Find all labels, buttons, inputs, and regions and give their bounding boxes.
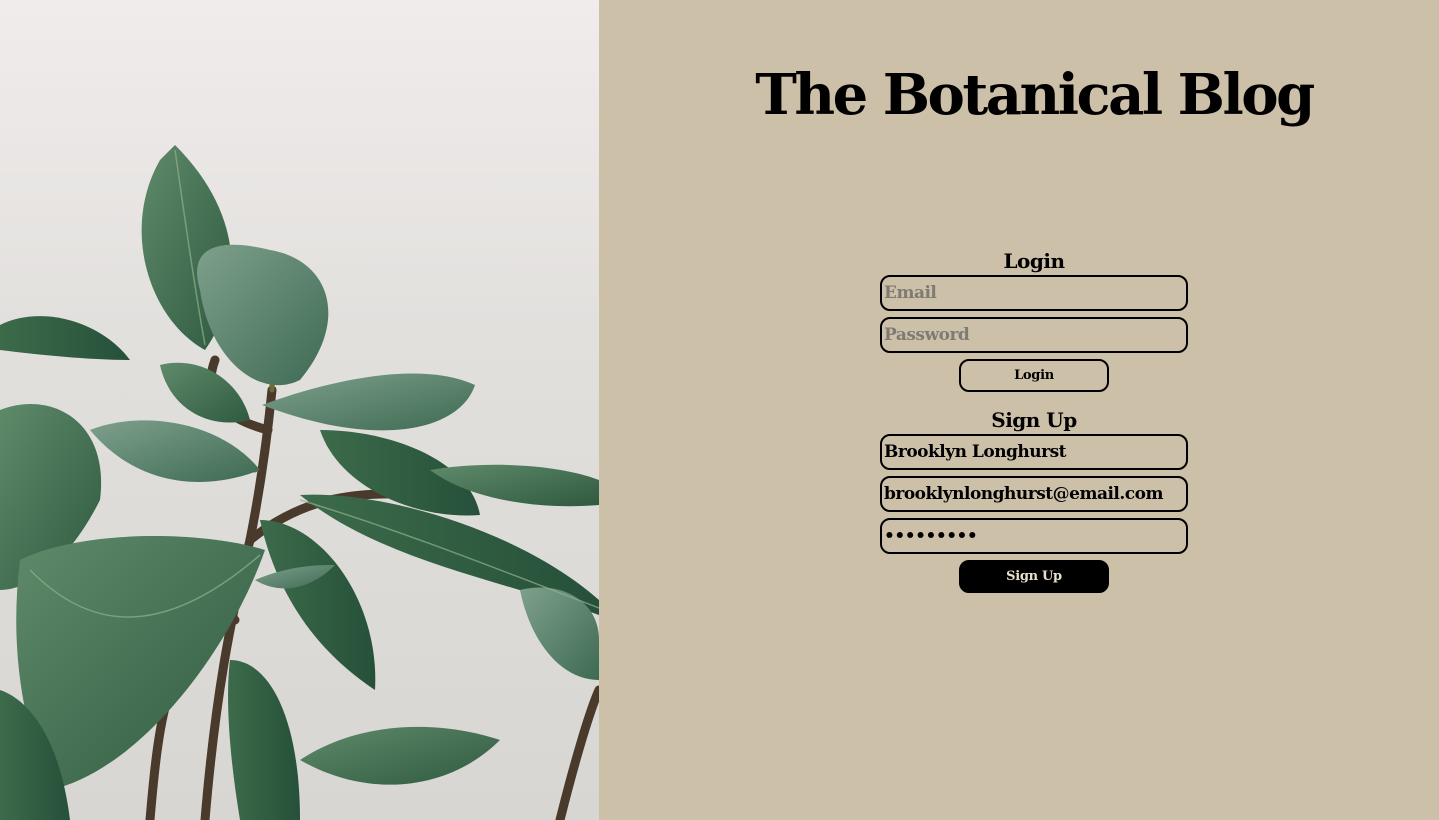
signup-form: Sign Up Sign Up xyxy=(880,406,1188,593)
login-email-input[interactable] xyxy=(880,275,1188,311)
auth-panel: The Botanical Blog Login Login Sign Up S… xyxy=(599,0,1439,820)
hero-plant-photo xyxy=(0,0,599,820)
site-title: The Botanical Blog xyxy=(755,62,1315,128)
signup-heading: Sign Up xyxy=(991,408,1077,432)
signup-password-input[interactable] xyxy=(880,518,1188,554)
signup-name-input[interactable] xyxy=(880,434,1188,470)
signup-email-input[interactable] xyxy=(880,476,1188,512)
login-password-input[interactable] xyxy=(880,317,1188,353)
login-button[interactable]: Login xyxy=(959,359,1109,392)
login-heading: Login xyxy=(1003,249,1065,273)
signup-button[interactable]: Sign Up xyxy=(959,560,1109,593)
auth-forms: Login Login Sign Up Sign Up xyxy=(880,247,1188,593)
plant-illustration xyxy=(0,0,599,820)
login-form: Login Login xyxy=(880,247,1188,392)
